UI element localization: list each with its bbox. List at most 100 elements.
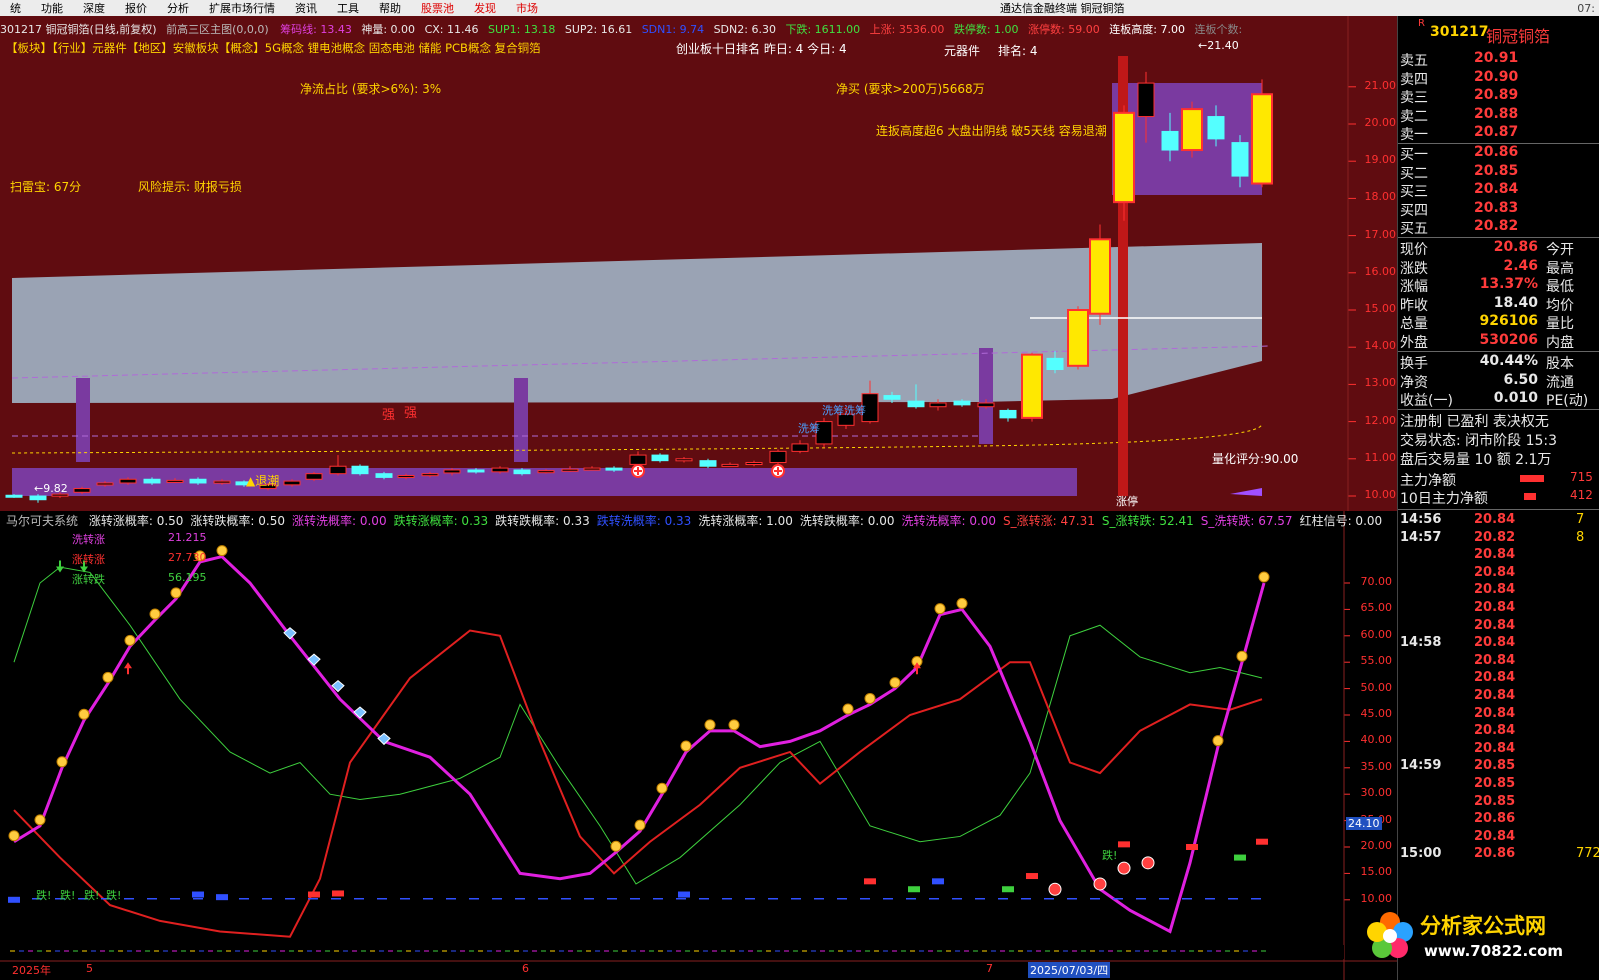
price-tick: 12.00 <box>1364 413 1397 427</box>
menu-item-2[interactable]: 深度 <box>73 0 115 16</box>
signal-bar <box>192 891 204 898</box>
lianban-count: 连板个数: <box>1194 23 1243 36</box>
dieting-value: 跌停数: 1.00 <box>953 23 1019 36</box>
stat-right-label: 均价 <box>1546 297 1574 314</box>
sup1-value: SUP1: 13.18 <box>487 23 556 36</box>
hand-icon <box>78 708 90 720</box>
date-label: 6 <box>522 962 529 975</box>
legend-name-2: 涨转跌 <box>72 573 105 586</box>
xichou-label-2: 洗筹洗筹 <box>822 404 866 417</box>
candle <box>1067 306 1089 370</box>
stat-right-label: 内盘 <box>1546 334 1574 351</box>
menu-item-9[interactable]: 股票池 <box>411 0 464 16</box>
markov-stat-0: 涨转涨概率: 0.50 <box>88 514 184 528</box>
markov-stat-5: 跌转洗概率: 0.33 <box>596 514 692 528</box>
stat-label: 涨跌 <box>1400 260 1428 277</box>
bid-row: 买五 20.82 <box>1398 218 1599 237</box>
legend-name-0: 洗转涨 <box>72 533 105 546</box>
stat-value: 13.37% <box>1479 276 1538 292</box>
jiaoyi-state: 交易状态: 闭市阶段 15:3 <box>1400 433 1558 449</box>
signal-bar <box>332 890 344 897</box>
stat-row: 涨跌 2.46 最高 <box>1398 257 1599 277</box>
stat2-label: 换手 <box>1400 356 1428 372</box>
date-label: 2025年 <box>12 964 51 977</box>
markov-stat-1: 涨转跌概率: 0.50 <box>190 514 285 528</box>
markov-stat-8: 洗转洗概率: 0.00 <box>901 514 997 528</box>
quote-name: 铜冠铜箔 <box>1486 27 1551 46</box>
lianban-tip: 连扳高度超6 大盘出阴线 破5天线 容易退潮 <box>876 124 1107 138</box>
bid-label: 买三 <box>1400 184 1428 200</box>
tick-volume: 8 <box>1576 529 1585 545</box>
markov-stat-10: S_涨转跌: 52.41 <box>1101 514 1194 528</box>
stat-right-label: 量比 <box>1546 316 1574 332</box>
stat-label: 昨收 <box>1400 297 1428 314</box>
candle <box>651 453 669 463</box>
markov-panel[interactable]: 马尔可夫系统 涨转涨概率: 0.50 涨转跌概率: 0.50 涨转洗概率: 0.00… <box>0 511 1397 980</box>
tick-row: 20.84 <box>1398 600 1599 617</box>
markov-canvas[interactable] <box>0 511 1397 980</box>
menu-item-11[interactable]: 市场 <box>506 0 548 16</box>
kline-canvas[interactable] <box>0 16 1397 511</box>
markov-stat-11: S_洗转跌: 67.57 <box>1200 514 1293 528</box>
tick-row: 20.84 <box>1398 741 1599 758</box>
hand-icon <box>56 756 68 768</box>
signal-bar <box>308 891 320 898</box>
markov-tick: 10.00 <box>1360 891 1393 905</box>
hand-icon <box>680 740 692 752</box>
tick-row: 20.85 <box>1398 776 1599 793</box>
zhang-to-die-line <box>13 566 1263 885</box>
menu-item-10[interactable]: 发现 <box>464 0 506 16</box>
menu-item-5[interactable]: 扩展市场行情 <box>199 0 285 16</box>
menu-item-0[interactable]: 统 <box>0 0 31 16</box>
tick-price: 20.84 <box>1474 652 1516 668</box>
price-tick: 19.00 <box>1364 153 1397 167</box>
lianghua-score: 量化评分:90.00 <box>1212 452 1299 466</box>
quote-title: R 301217 铜冠铜箔 <box>1398 18 1599 46</box>
menu-item-4[interactable]: 分析 <box>157 0 199 16</box>
tick-price: 20.84 <box>1474 828 1516 844</box>
divider <box>1398 237 1599 238</box>
menu-item-8[interactable]: 帮助 <box>369 0 411 16</box>
ask-label: 卖四 <box>1400 71 1428 88</box>
tick-row: 20.84 <box>1398 723 1599 740</box>
tick-row: 14:59 20.85 <box>1398 758 1599 775</box>
candle <box>791 440 809 454</box>
stat2-right-label: 流通 <box>1546 374 1574 391</box>
tick-price: 20.84 <box>1474 582 1516 598</box>
menu-item-7[interactable]: 工具 <box>327 0 369 16</box>
tick-volume: 772 <box>1576 846 1599 862</box>
date-label: 7 <box>986 962 993 975</box>
main-kline-panel[interactable]: 301217 铜冠铜箔(日线,前复权) 前高三区主图(0,0,0) 筹码线: 1… <box>0 16 1397 511</box>
markov-tick: 70.00 <box>1360 575 1393 588</box>
markov-tick: 55.00 <box>1360 654 1393 668</box>
stat-row: 昨收 18.40 均价 <box>1398 294 1599 314</box>
stat-value: 18.40 <box>1493 294 1538 311</box>
hand-icon <box>102 671 114 683</box>
candle <box>1021 352 1043 422</box>
tick-time: 14:57 <box>1400 529 1442 545</box>
hand-icon <box>610 840 622 852</box>
zhuli10-label: 10日主力净额 <box>1400 491 1488 507</box>
hand-icon <box>728 719 740 731</box>
low-price-marker: ←9.82 <box>34 482 68 495</box>
menu-item-6[interactable]: 资讯 <box>285 0 327 16</box>
menu-item-1[interactable]: 功能 <box>31 0 73 16</box>
stock-code-name: 301217 铜冠铜箔(日线,前复权) <box>0 23 157 36</box>
stat-label: 总量 <box>1400 316 1428 332</box>
hand-icon <box>889 677 901 689</box>
zhuli10-value: 412 <box>1570 488 1593 502</box>
purple-bar-0 <box>76 378 90 462</box>
price-tick: 13.00 <box>1364 376 1397 390</box>
chouma-value: 筹码线: 13.43 <box>280 23 352 36</box>
menu-item-3[interactable]: 报价 <box>115 0 157 16</box>
watermark-title: 分析家公式网 <box>1420 914 1546 938</box>
markov-name: 马尔可夫系统 <box>6 514 79 528</box>
tick-price: 20.84 <box>1474 670 1516 686</box>
volume-wedge <box>1230 488 1262 496</box>
stat-row: 总量 926106 量比 <box>1398 313 1599 332</box>
markov-cursor-value: 24.10 <box>1346 817 1382 831</box>
stat-value: 2.46 <box>1503 257 1538 274</box>
zhuce: 注册制 已盈利 表决权无 <box>1400 414 1549 430</box>
hand-icon <box>8 830 20 842</box>
candle <box>769 449 787 465</box>
